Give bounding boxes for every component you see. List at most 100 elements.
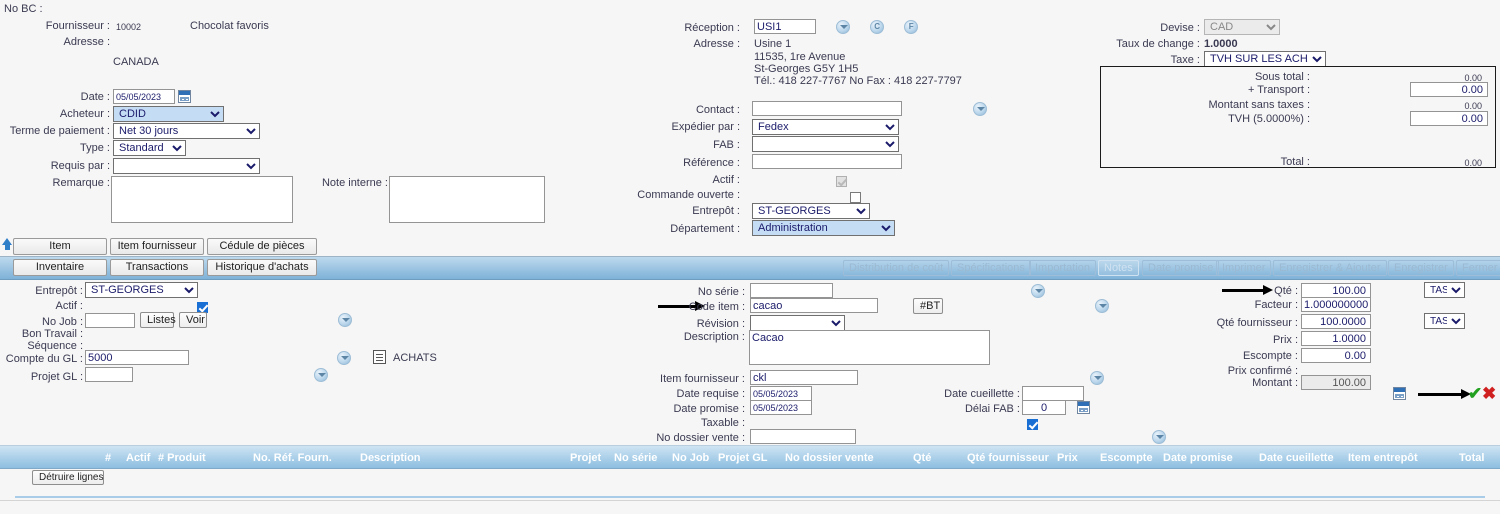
remarque-textarea[interactable] <box>111 176 293 223</box>
tab-inventaire[interactable]: Inventaire <box>13 259 107 276</box>
facteur-input[interactable] <box>1301 297 1371 312</box>
qte-input[interactable] <box>1301 283 1371 298</box>
bottom-divider <box>0 500 1500 501</box>
description-textarea[interactable]: Cacao <box>749 330 990 365</box>
date-cueillette-calendar-icon[interactable] <box>1393 387 1407 400</box>
revision-label: Révision : <box>696 318 745 330</box>
col-prix: Prix <box>1057 452 1078 464</box>
bt-button[interactable]: #BT <box>913 298 943 314</box>
voir-button[interactable]: Voir <box>179 312 207 328</box>
no-job-dropdown-icon[interactable] <box>337 313 352 327</box>
code-item-input[interactable] <box>750 298 878 313</box>
compte-gl-dropdown-icon[interactable] <box>336 351 351 365</box>
btn-imprimer[interactable]: Imprimer <box>1216 260 1272 276</box>
montant-sans-taxes-value: 0.00 <box>1464 101 1482 111</box>
fab-select[interactable] <box>752 136 899 152</box>
departement-select[interactable]: Administration <box>752 220 895 236</box>
type-select[interactable]: Standard <box>113 140 186 156</box>
expedier-par-select[interactable]: Fedex <box>752 119 899 135</box>
btn-importation[interactable]: Importation <box>1029 260 1097 276</box>
taxe-select[interactable]: TVH SUR LES ACHATS <box>1204 51 1326 67</box>
btn-notes[interactable]: Notes <box>1098 260 1139 276</box>
tvh-label: TVH (5.0000%) : <box>1228 113 1310 125</box>
reception-dropdown-icon[interactable] <box>836 20 851 34</box>
col-no-job: No Job <box>672 452 710 464</box>
projet-gl-input[interactable] <box>85 367 133 382</box>
no-serie-input[interactable] <box>750 283 833 298</box>
montant-label: Montant : <box>1252 377 1298 389</box>
tab-transactions[interactable]: Transactions <box>110 259 204 276</box>
no-dossier-vente-input[interactable] <box>750 429 856 444</box>
code-item-label: Code item : <box>688 301 745 313</box>
contact-input[interactable] <box>752 101 902 116</box>
entrepot-header-select[interactable]: ST-GEORGES <box>752 203 870 219</box>
calendar-icon[interactable] <box>178 90 191 103</box>
fab-label: FAB : <box>713 139 740 151</box>
btn-enregistrer-ajouter[interactable]: Enregistrer & Ajouter <box>1273 260 1387 276</box>
btn-date-promise[interactable]: Date promise <box>1142 260 1220 276</box>
description-label: Description : <box>683 331 745 343</box>
btn-fermer[interactable]: Fermer <box>1456 260 1500 276</box>
btn-specifications[interactable]: Spécifications <box>951 260 1031 276</box>
date-requise-input[interactable] <box>750 386 812 401</box>
note-interne-textarea[interactable] <box>389 176 545 223</box>
item-fournisseur-dropdown-icon[interactable] <box>1089 371 1104 385</box>
no-job-input[interactable] <box>85 313 135 328</box>
compte-gl-note-icon[interactable] <box>372 350 386 364</box>
col-no-ref-fourn: No. Réf. Fourn. <box>253 452 332 464</box>
tab-item-fournisseur[interactable]: Item fournisseur <box>110 238 204 255</box>
escompte-input[interactable] <box>1301 348 1371 363</box>
reception-adresse-line2: 11535, 1re Avenue <box>754 51 846 63</box>
item-fournisseur-input[interactable] <box>750 370 858 385</box>
departement-label: Département : <box>670 223 740 235</box>
date-promise-input[interactable] <box>750 400 812 415</box>
tvh-input[interactable] <box>1410 111 1488 126</box>
qte-fournisseur-unit-select[interactable]: TAS <box>1424 313 1465 329</box>
adresse-label: Adresse : <box>63 36 110 48</box>
btn-enregistrer[interactable]: Enregistrer <box>1388 260 1454 276</box>
terme-paiement-select[interactable]: Net 30 jours <box>113 123 260 139</box>
transport-input[interactable] <box>1410 82 1488 97</box>
tab-item[interactable]: Item <box>13 238 107 255</box>
reception-input[interactable] <box>754 19 816 34</box>
btn-distribution-de-cout[interactable]: Distribution de coût <box>843 260 950 276</box>
col-date-cueillette: Date cueillette <box>1259 452 1334 464</box>
requis-par-select[interactable] <box>113 158 260 174</box>
date-input[interactable] <box>113 89 175 104</box>
acheteur-select[interactable]: CDID <box>113 106 224 122</box>
taxe-label: Taxe : <box>1170 54 1200 66</box>
col-produit: # Produit <box>158 452 206 464</box>
cancel-line-icon[interactable]: ✖ <box>1482 385 1496 402</box>
actif-label: Actif : <box>712 174 740 186</box>
qte-unit-select[interactable]: TAS <box>1424 282 1465 298</box>
reference-input[interactable] <box>752 154 902 169</box>
listes-button[interactable]: Listes <box>140 312 176 328</box>
montant-sans-taxes-label: Montant sans taxes : <box>1208 99 1311 111</box>
taxable-checkbox[interactable] <box>1027 419 1039 430</box>
reception-c-icon[interactable]: C <box>870 20 885 34</box>
taux-change-value: 1.0000 <box>1204 38 1238 50</box>
fournisseur-label: Fournisseur : <box>45 20 110 32</box>
reception-f-icon[interactable]: F <box>904 20 919 34</box>
date-cueillette-input[interactable] <box>1022 386 1084 401</box>
code-item-dropdown-icon[interactable] <box>1094 299 1109 313</box>
no-serie-dropdown-icon[interactable] <box>1030 284 1045 298</box>
actif-checkbox <box>836 176 848 187</box>
no-serie-label: No série : <box>697 286 745 298</box>
detruire-lignes-button[interactable]: Détruire lignes <box>32 470 104 485</box>
tab-cedule-de-pieces[interactable]: Cédule de pièces <box>207 238 317 255</box>
tab-historique-achats[interactable]: Historique d'achats <box>207 259 317 276</box>
prix-input[interactable] <box>1301 331 1371 346</box>
detail-entrepot-select[interactable]: ST-GEORGES <box>85 282 198 298</box>
revision-select[interactable] <box>750 315 845 331</box>
delai-fab-input[interactable] <box>1022 400 1066 415</box>
commande-ouverte-checkbox[interactable] <box>850 192 862 203</box>
date-promise-calendar-icon[interactable] <box>1077 401 1090 414</box>
contact-dropdown-icon[interactable] <box>973 102 988 116</box>
projet-gl-dropdown-icon[interactable] <box>313 368 328 382</box>
sequence-label: Séquence : <box>27 340 83 352</box>
qte-fournisseur-input[interactable] <box>1301 314 1371 329</box>
compte-gl-input[interactable] <box>85 350 189 365</box>
no-dossier-vente-dropdown-icon[interactable] <box>1152 430 1167 444</box>
accept-line-icon[interactable]: ✔ <box>1468 385 1482 402</box>
